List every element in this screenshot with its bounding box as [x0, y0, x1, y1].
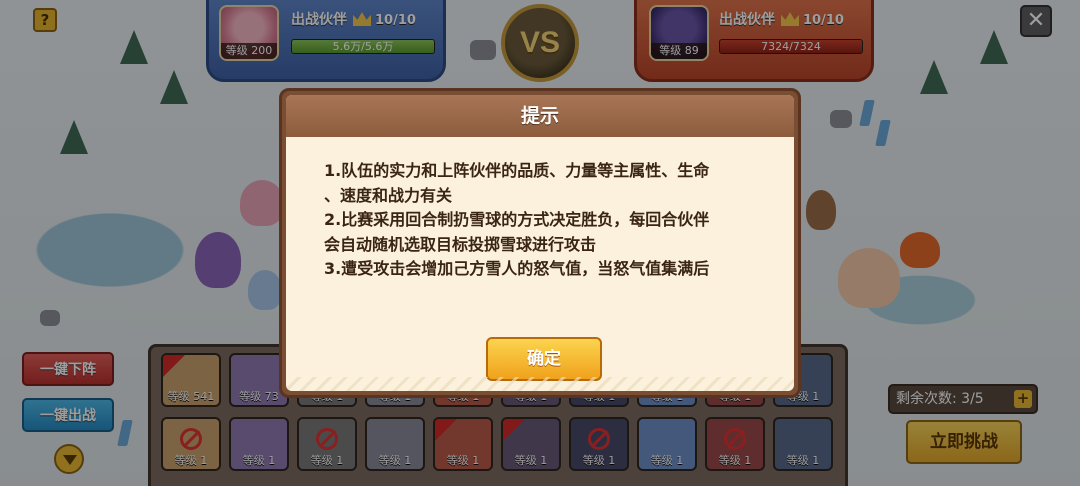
dialog-title: 提示 [520, 105, 559, 127]
tips-dialog: 提示 1.队伍的实力和上阵伙伴的品质、力量等主属性、生命 、速度和战力有关 2.… [279, 88, 801, 398]
tip-line: 1.队伍的实力和上阵伙伴的品质、力量等主属性、生命 [324, 161, 710, 180]
dialog-border-pattern [286, 377, 794, 391]
dialog-tips-text[interactable]: 1.队伍的实力和上阵伙伴的品质、力量等主属性、生命 、速度和战力有关 2.比赛采… [324, 159, 764, 289]
tip-line: 会自动随机选取目标投掷雪球进行攻击 [324, 234, 597, 254]
confirm-button[interactable]: 确定 [486, 337, 602, 381]
tip-line: 3.遭受攻击会增加己方雪人的怒气值，当怒气值集满后 [324, 259, 710, 278]
dialog-content: 提示 1.队伍的实力和上阵伙伴的品质、力量等主属性、生命 、速度和战力有关 2.… [286, 95, 794, 391]
tip-line: 2.比赛采用回合制扔雪球的方式决定胜负，每回合伙伴 [324, 210, 710, 229]
tip-line: 、速度和战力有关 [324, 185, 453, 205]
